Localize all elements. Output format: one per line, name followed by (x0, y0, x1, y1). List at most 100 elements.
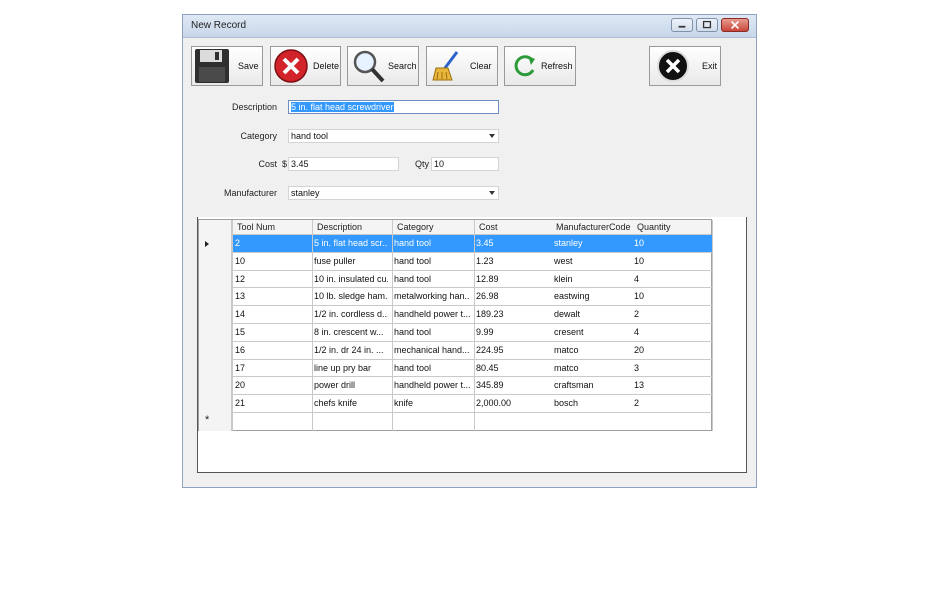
table-cell: hand tool (394, 327, 432, 337)
clear-button[interactable]: Clear (426, 46, 498, 86)
window-title: New Record (191, 20, 247, 31)
close-icon (730, 20, 740, 30)
table-cell: 80.45 (476, 362, 499, 373)
row-divider (232, 412, 712, 413)
description-label: Description (231, 102, 277, 112)
table-cell: 1/2 in. dr 24 in. ... (314, 344, 384, 355)
table-cell: hand tool (394, 362, 432, 373)
new-row-marker[interactable]: * (205, 414, 209, 426)
delete-button[interactable]: Delete (270, 46, 341, 86)
column-header[interactable]: ManufacturerCode (556, 222, 631, 232)
table-row[interactable]: 16 1/2 in. dr 24 in. ... mechanical hand..… (232, 342, 712, 360)
title-bar[interactable]: New Record (183, 15, 756, 38)
minimize-button[interactable] (671, 18, 693, 32)
grid-header: Tool Num Description Category Cost Manuf… (199, 220, 711, 235)
table-cell: 5 in. flat head scr... (314, 238, 388, 248)
table-cell: 10 (235, 255, 246, 266)
table-row[interactable]: 14 1/2 in. cordless d... handheld power t.… (232, 306, 712, 324)
table-cell: 10 (634, 291, 645, 302)
refresh-button[interactable]: Refresh (504, 46, 576, 86)
save-label: Save (238, 61, 259, 71)
manufacturer-label: Manufacturer (223, 188, 277, 198)
table-row[interactable]: 13 10 lb. sledge ham... metalworking han..… (232, 288, 712, 306)
table-cell: power drill (314, 380, 356, 391)
table-row[interactable]: 21 chefs knife knife 2,000.00 bosch 2 (232, 395, 712, 413)
table-cell: hand tool (394, 238, 432, 248)
table-cell: hand tool (394, 255, 432, 266)
table-cell: cresent (554, 327, 584, 337)
table-cell: 17 (235, 362, 246, 373)
table-cell: 224.95 (476, 344, 504, 355)
table-cell: 2 (634, 309, 640, 320)
column-header[interactable]: Tool Num (237, 222, 275, 232)
table-cell: 12 (235, 273, 246, 284)
clear-label: Clear (470, 61, 492, 71)
table-row[interactable]: 17 line up pry bar hand tool 80.45 matco 3 (232, 360, 712, 378)
column-divider (712, 220, 713, 431)
table-cell: matco (554, 362, 579, 373)
table-cell: klein (554, 273, 573, 284)
table-cell: mechanical hand... (394, 344, 470, 355)
table-cell: 20 (235, 380, 246, 391)
column-header[interactable]: Cost (479, 222, 498, 232)
delete-x-icon (274, 49, 308, 83)
column-divider (232, 220, 233, 431)
tools-data-grid[interactable]: Tool Num Description Category Cost Manuf… (198, 219, 713, 431)
table-row[interactable]: 12 10 in. insulated cu... hand tool 12.89 kl… (232, 271, 712, 289)
table-cell: 3 (634, 362, 640, 373)
minimize-icon (678, 25, 686, 28)
exit-label: Exit (702, 61, 718, 71)
table-cell: metalworking han... (394, 291, 470, 302)
table-cell: 3.45 (476, 238, 494, 248)
maximize-button[interactable] (696, 18, 718, 32)
table-cell: 4 (634, 327, 640, 337)
table-cell: 4 (634, 273, 640, 284)
table-cell: 13 (634, 380, 645, 391)
description-field[interactable]: 5 in. flat head screwdriver (288, 100, 499, 114)
category-value: hand tool (291, 131, 329, 141)
table-cell: 10 lb. sledge ham... (314, 291, 388, 302)
qty-field[interactable]: 10 (431, 157, 499, 171)
cost-label: Cost (258, 159, 277, 169)
column-header[interactable]: Quantity (637, 222, 671, 232)
cost-value: 3.45 (291, 159, 309, 169)
refresh-icon (514, 55, 535, 77)
table-cell: 8 in. crescent w... (314, 327, 384, 337)
floppy-disk-icon (195, 49, 229, 83)
column-header[interactable]: Category (397, 222, 434, 232)
table-cell: 13 (235, 291, 246, 302)
manufacturer-value: stanley (291, 188, 320, 198)
table-cell: matco (554, 344, 579, 355)
table-cell: 189.23 (476, 309, 504, 320)
magnifier-icon (353, 50, 385, 83)
table-cell: knife (394, 398, 414, 409)
category-combo[interactable]: hand tool (288, 129, 499, 143)
exit-button[interactable]: Exit (649, 46, 721, 86)
column-header[interactable]: Description (317, 222, 362, 232)
table-cell: 21 (235, 398, 246, 409)
search-button[interactable]: Search (347, 46, 419, 86)
save-button[interactable]: Save (191, 46, 263, 86)
table-cell: 2 (634, 398, 640, 409)
table-row[interactable]: 10 fuse puller hand tool 1.23 west 10 (232, 253, 712, 271)
table-cell: 345.89 (476, 380, 504, 391)
table-row[interactable]: 2 5 in. flat head scr... hand tool 3.45 stan… (232, 235, 712, 253)
qty-value: 10 (434, 159, 445, 169)
table-cell: dewalt (554, 309, 581, 320)
close-button[interactable] (721, 18, 749, 32)
table-row[interactable]: 15 8 in. crescent w... hand tool 9.99 cresen… (232, 324, 712, 342)
manufacturer-combo[interactable]: stanley (288, 186, 499, 200)
cost-field[interactable]: 3.45 (288, 157, 399, 171)
column-divider (392, 220, 393, 431)
table-cell: handheld power t... (394, 309, 470, 320)
delete-label: Delete (313, 61, 340, 71)
table-cell: chefs knife (314, 398, 358, 409)
exit-x-icon (657, 50, 689, 82)
table-cell: 1/2 in. cordless d... (314, 309, 388, 320)
table-cell: 10 in. insulated cu... (314, 273, 388, 284)
current-row-pointer-icon (205, 241, 209, 247)
table-cell: 15 (235, 327, 246, 337)
table-cell: line up pry bar (314, 362, 372, 373)
chevron-down-icon (489, 134, 495, 138)
table-row[interactable]: 20 power drill handheld power t... 345.89 cr… (232, 377, 712, 395)
